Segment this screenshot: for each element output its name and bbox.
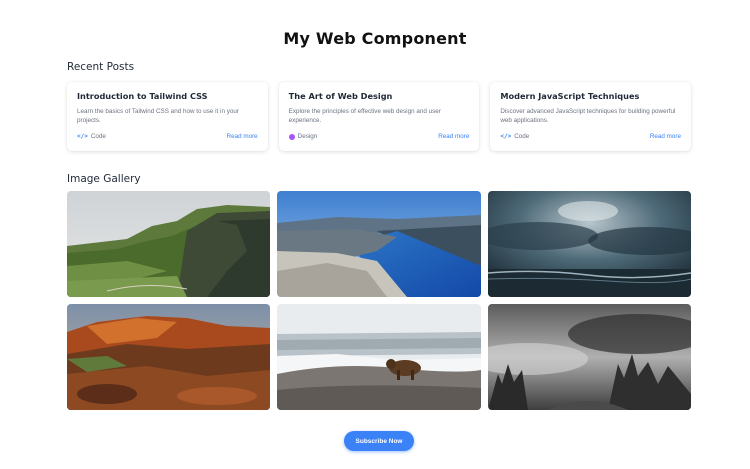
post-tag-label: Code — [90, 133, 106, 140]
gallery-image-foggy-forest[interactable] — [488, 304, 691, 410]
read-more-link[interactable]: Read more — [227, 133, 258, 140]
image-gallery-heading: Image Gallery — [67, 173, 141, 185]
code-icon: </> — [77, 132, 88, 140]
post-description: Learn the basics of Tailwind CSS and how… — [77, 108, 239, 125]
gallery-image-red-canyon[interactable] — [67, 304, 270, 410]
post-description: Explore the principles of effective web … — [288, 108, 441, 125]
post-card: Modern JavaScript Techniques Discover ad… — [490, 82, 692, 151]
post-title: The Art of Web Design — [288, 91, 393, 101]
post-title: Modern JavaScript Techniques — [500, 91, 640, 101]
read-more-link[interactable]: Read more — [650, 133, 681, 140]
post-card: Introduction to Tailwind CSS Learn the b… — [67, 82, 268, 151]
code-icon: </> — [500, 132, 512, 140]
page-title: My Web Component — [283, 29, 467, 48]
post-tag: Design — [288, 133, 318, 140]
post-title: Introduction to Tailwind CSS — [77, 91, 208, 101]
read-more-link[interactable]: Read more — [438, 133, 469, 140]
post-card: The Art of Web Design Explore the princi… — [278, 82, 480, 151]
subscribe-button[interactable]: Subscribe Now — [344, 431, 414, 451]
post-tag: </> Code — [77, 133, 106, 140]
gallery-image-green-cliffs[interactable] — [67, 191, 270, 297]
post-tag-label: Code — [514, 133, 530, 140]
post-tag: </> Code — [500, 133, 529, 140]
gallery-image-stormy-sea[interactable] — [488, 191, 691, 297]
image-gallery — [67, 191, 691, 410]
post-description: Discover advanced JavaScript techniques … — [500, 108, 676, 125]
recent-posts-heading: Recent Posts — [67, 61, 135, 73]
gallery-image-fjord[interactable] — [277, 191, 481, 297]
palette-icon — [288, 133, 295, 140]
recent-posts-list: Introduction to Tailwind CSS Learn the b… — [67, 82, 692, 151]
gallery-image-bear-snow[interactable] — [277, 304, 481, 410]
post-tag-label: Design — [297, 133, 318, 140]
